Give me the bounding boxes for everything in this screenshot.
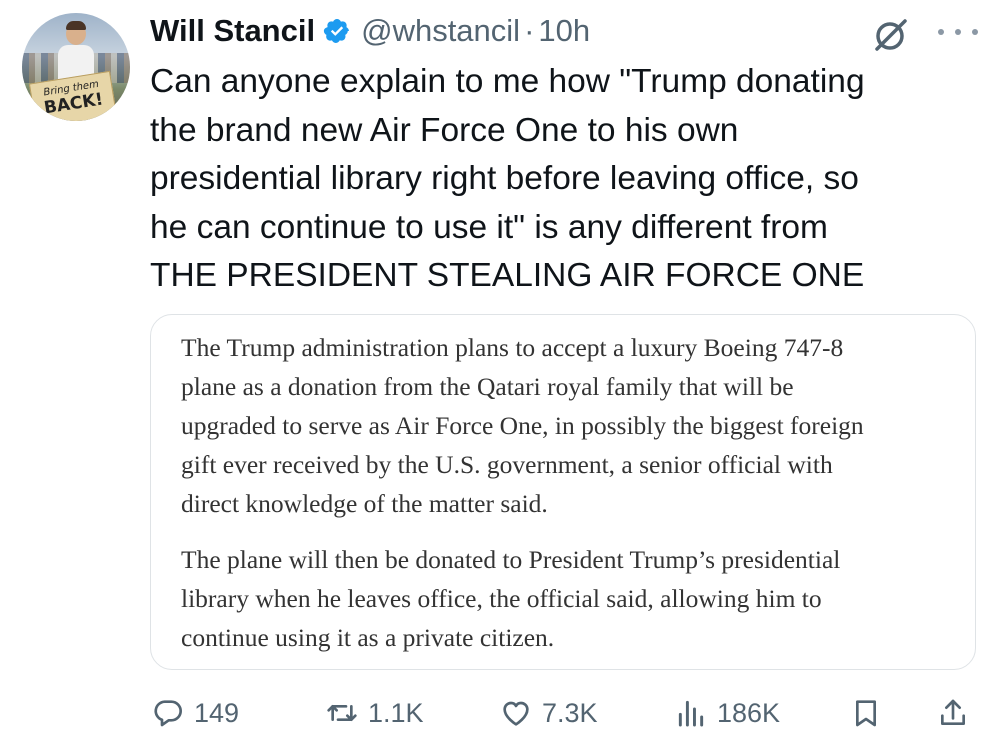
- bookmark-icon: [850, 697, 882, 729]
- more-icon[interactable]: [938, 20, 978, 44]
- repost-icon: [326, 697, 358, 729]
- like-button[interactable]: 7.3K: [500, 690, 598, 736]
- tweet-actions: 149 1.1K 7.3K 186K: [0, 690, 1000, 736]
- quote-paragraph-1: The Trump administration plans to accept…: [181, 328, 961, 523]
- reply-count: 149: [194, 697, 240, 728]
- heart-icon: [500, 697, 532, 729]
- bookmark-button[interactable]: [850, 690, 882, 736]
- like-count: 7.3K: [542, 697, 598, 728]
- tweet-text-line: presidential library right before leavin…: [150, 160, 859, 197]
- author-handle[interactable]: @whstancil: [361, 13, 520, 49]
- quote-line: library when he leaves office, the offic…: [181, 584, 822, 613]
- quote-line: continue using it as a private citizen.: [181, 623, 555, 652]
- quote-paragraph-2: The plane will then be donated to Presid…: [181, 540, 961, 657]
- views-count: 186K: [717, 697, 781, 728]
- separator-dot: ·: [524, 13, 535, 48]
- share-icon: [937, 697, 969, 729]
- tweet-text-line: Can anyone explain to me how "Trump dona…: [150, 63, 865, 100]
- tweet-text-line: THE PRESIDENT STEALING AIR FORCE ONE: [150, 257, 865, 294]
- grok-icon[interactable]: [872, 16, 910, 54]
- avatar[interactable]: Bring them BACK!: [22, 13, 130, 121]
- verified-badge-icon[interactable]: [323, 17, 351, 45]
- views-icon: [675, 697, 707, 729]
- views-button[interactable]: 186K: [675, 690, 780, 736]
- tweet-text-line: the brand new Air Force One to his own: [150, 111, 739, 149]
- tweet-header: Will Stancil @whstancil · 10h: [150, 10, 590, 52]
- tweet-text: Can anyone explain to me how "Trump dona…: [150, 58, 970, 301]
- repost-button[interactable]: 1.1K: [326, 690, 424, 736]
- quote-line: gift ever received by the U.S. governmen…: [181, 450, 833, 479]
- quote-line: upgraded to serve as Air Force One, in p…: [181, 411, 864, 440]
- author-name[interactable]: Will Stancil: [150, 13, 315, 49]
- quote-line: The plane will then be donated to Presid…: [181, 545, 841, 574]
- tweet-text-line: he can continue to use it" is any differ…: [150, 208, 828, 246]
- quoted-article-image[interactable]: The Trump administration plans to accept…: [150, 314, 976, 670]
- reply-icon: [152, 697, 184, 729]
- reply-button[interactable]: 149: [152, 690, 239, 736]
- repost-count: 1.1K: [368, 697, 424, 728]
- quote-line: direct knowledge of the matter said.: [181, 489, 548, 518]
- share-button[interactable]: [937, 690, 969, 736]
- quote-line: plane as a donation from the Qatari roya…: [181, 372, 794, 401]
- quote-line: The Trump administration plans to accept…: [181, 333, 844, 362]
- timestamp[interactable]: 10h: [538, 13, 590, 49]
